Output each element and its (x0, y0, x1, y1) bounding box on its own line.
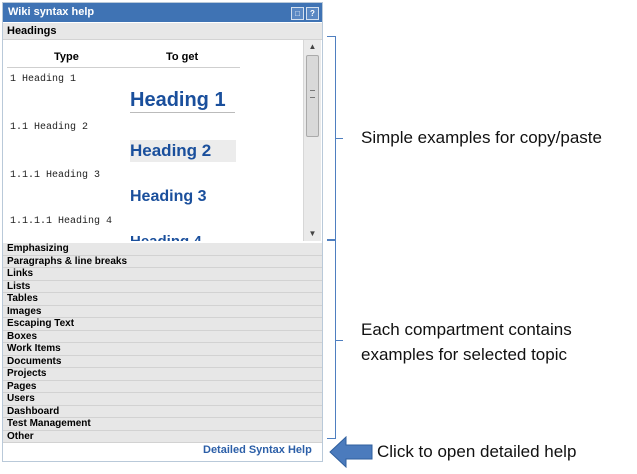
topic-lists[interactable]: Lists (3, 280, 322, 293)
annotation-compartment-1: Each compartment contains (361, 320, 572, 339)
topic-emphasizing[interactable]: Emphasizing (3, 243, 322, 256)
topic-test-management[interactable]: Test Management (3, 418, 322, 431)
help-icon[interactable]: ? (306, 7, 319, 20)
bracket-examples (327, 36, 343, 240)
topic-work-items[interactable]: Work Items (3, 343, 322, 356)
scroll-down-icon[interactable]: ▼ (304, 227, 321, 241)
topic-other[interactable]: Other (3, 430, 322, 443)
scroll-up-icon[interactable]: ▲ (304, 40, 321, 54)
column-header-type: Type (54, 51, 79, 63)
topic-pages[interactable]: Pages (3, 380, 322, 393)
vertical-scrollbar[interactable]: ▲ ▼ (303, 40, 321, 241)
topic-images[interactable]: Images (3, 305, 322, 318)
rendered-heading-4: Heading 4 (130, 233, 202, 241)
code-example[interactable]: 1.1.1.1 Heading 4 (10, 216, 112, 227)
topic-list: Emphasizing Paragraphs & line breaks Lin… (3, 243, 322, 443)
topic-boxes[interactable]: Boxes (3, 330, 322, 343)
detailed-syntax-help-link[interactable]: Detailed Syntax Help (203, 444, 312, 456)
grip-icon (310, 90, 315, 98)
code-example[interactable]: 1.1 Heading 2 (10, 122, 88, 133)
wiki-syntax-help-panel: Wiki syntax help □ ? Headings Type To ge… (2, 2, 323, 462)
column-header-to-get: To get (166, 51, 199, 63)
rendered-heading-1: Heading 1 (130, 89, 235, 113)
topic-projects[interactable]: Projects (3, 368, 322, 381)
header-divider (7, 67, 240, 68)
rendered-heading-3: Heading 3 (130, 188, 207, 205)
panel-titlebar: Wiki syntax help □ ? (3, 3, 322, 22)
topic-users[interactable]: Users (3, 393, 322, 406)
code-example[interactable]: 1.1.1 Heading 3 (10, 170, 100, 181)
topic-links[interactable]: Links (3, 268, 322, 281)
topic-escaping-text[interactable]: Escaping Text (3, 318, 322, 331)
topic-dashboard[interactable]: Dashboard (3, 405, 322, 418)
left-arrow-icon (329, 436, 373, 468)
bracket-compartments (327, 240, 343, 439)
scroll-thumb[interactable] (306, 55, 319, 137)
topic-documents[interactable]: Documents (3, 355, 322, 368)
topic-tables[interactable]: Tables (3, 293, 322, 306)
code-example[interactable]: 1 Heading 1 (10, 74, 76, 85)
annotation-simple-examples: Simple examples for copy/paste (361, 128, 602, 147)
maximize-icon[interactable]: □ (291, 7, 304, 20)
headings-examples: Type To get 1 Heading 1 Heading 1 1.1 He… (3, 40, 303, 241)
annotation-click-detailed: Click to open detailed help (377, 442, 577, 461)
rendered-heading-2: Heading 2 (130, 140, 236, 162)
annotation-compartment-2: examples for selected topic (361, 345, 567, 364)
panel-title: Wiki syntax help (8, 6, 95, 18)
topic-paragraphs[interactable]: Paragraphs & line breaks (3, 255, 322, 268)
section-header-headings[interactable]: Headings (3, 23, 322, 40)
section-title: Headings (7, 25, 57, 37)
